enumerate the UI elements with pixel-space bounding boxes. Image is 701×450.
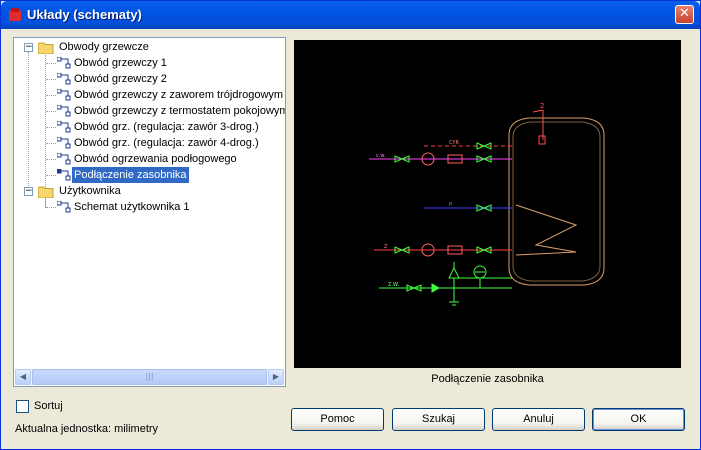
label-cw: c.w. [376,153,386,159]
title-bar[interactable]: Układy (schematy) ✕ [1,1,700,29]
tree-item[interactable]: Obwód grzewczy 2 [46,71,266,87]
label-z: Z [384,244,388,250]
tree-item-label: Obwód grzewczy 1 [74,57,167,69]
tree-connector [46,111,56,112]
tree-item[interactable]: Obwód grz. (regulacja: zawór 3-drog.) [46,119,284,135]
label-zw: Z.W. [388,282,399,288]
schema-node-icon [57,137,71,149]
tree-item[interactable]: Obwód grzewczy z termostatem pokojowym [46,103,286,119]
collapse-toggle[interactable]: − [24,187,33,196]
schema-node-icon [57,89,71,101]
tree-item-selected[interactable]: Podłączenie zasobnika [46,166,284,184]
app-icon [9,8,21,21]
scroll-right-button[interactable]: ▶ [268,369,284,385]
collapse-toggle[interactable]: − [24,43,33,52]
tree-item-label: Obwód grz. (regulacja: zawór 3-drog.) [74,121,259,133]
close-button[interactable]: ✕ [675,5,694,24]
tree-connector [46,143,56,144]
arrow-right-icon: ▶ [272,372,280,381]
tree-item[interactable]: Obwód ogrzewania podłogowego [46,151,284,167]
ok-button[interactable]: OK [592,408,685,431]
tree-item[interactable]: Obwód grz. (regulacja: zawór 4-drog.) [46,135,284,151]
window-title: Układy (schematy) [27,7,142,22]
schema-diagram: 2 CYR c.w. P Z Z.W. [369,102,605,306]
search-button[interactable]: Szukaj [392,408,485,431]
tree-item[interactable]: Schemat użytkownika 1 [46,199,266,215]
label-top: 2 [540,102,544,110]
tree-connector [46,79,56,80]
tree-item-label: Schemat użytkownika 1 [74,201,190,213]
tree-connector [46,95,56,96]
schema-node-icon [57,57,71,69]
tree-connector [28,52,29,188]
tree-item-label: Obwód ogrzewania podłogowego [74,153,237,165]
label-p: P [449,202,452,208]
tree-item[interactable]: Obwód grzewczy z zaworem trójdrogowym [46,87,284,103]
tree-connector [46,63,56,64]
tree-connector [46,159,56,160]
tree-item-label: Obwód grzewczy 2 [74,73,167,85]
tree-item-label: Podłączenie zasobnika [71,166,190,184]
close-icon: ✕ [679,6,690,21]
label-cyr: CYR [449,140,459,146]
tree-item[interactable]: Obwód grzewczy 1 [46,55,266,71]
cancel-button[interactable]: Anuluj [492,408,585,431]
sort-label[interactable]: Sortuj [34,400,63,412]
folder-open-icon [38,186,54,198]
preview-caption: Podłączenie zasobnika [431,373,544,385]
tree-group-heating-circuits[interactable]: Obwody grzewcze [59,39,149,55]
schema-node-icon [57,121,71,133]
tree-group-user[interactable]: Użytkownika [59,183,121,199]
units-status: Aktualna jednostka: milimetry [15,423,159,435]
arrow-left-icon: ◀ [19,372,27,381]
tree-connector [46,207,56,208]
tree-item-label: Obwód grz. (regulacja: zawór 4-drog.) [74,137,259,149]
help-button[interactable]: Pomoc [291,408,384,431]
schema-node-icon [57,73,71,85]
tree-connector [46,127,56,128]
tree-connector [46,175,56,176]
scroll-left-button[interactable]: ◀ [15,369,31,385]
schema-node-icon [57,169,71,181]
schema-tree[interactable]: − Obwody grzewcze Obwód grzewczy 1 Obwód… [13,37,286,387]
schema-node-icon [57,201,71,213]
horizontal-scrollbar[interactable]: ◀ ||| ▶ [15,369,284,385]
folder-open-icon [38,42,54,54]
sort-checkbox[interactable] [16,400,29,413]
dialog-window: Układy (schematy) ✕ − Obwody grzewcze Ob… [0,0,701,450]
tree-item-label: Obwód grzewczy z zaworem trójdrogowym [74,89,284,101]
schema-preview: 2 CYR c.w. P Z Z.W. [294,40,681,368]
tree-item-label: Obwód grzewczy z termostatem pokojowym [74,105,286,117]
schema-node-icon [57,105,71,117]
schema-node-icon [57,153,71,165]
scroll-thumb[interactable]: ||| [32,369,267,385]
